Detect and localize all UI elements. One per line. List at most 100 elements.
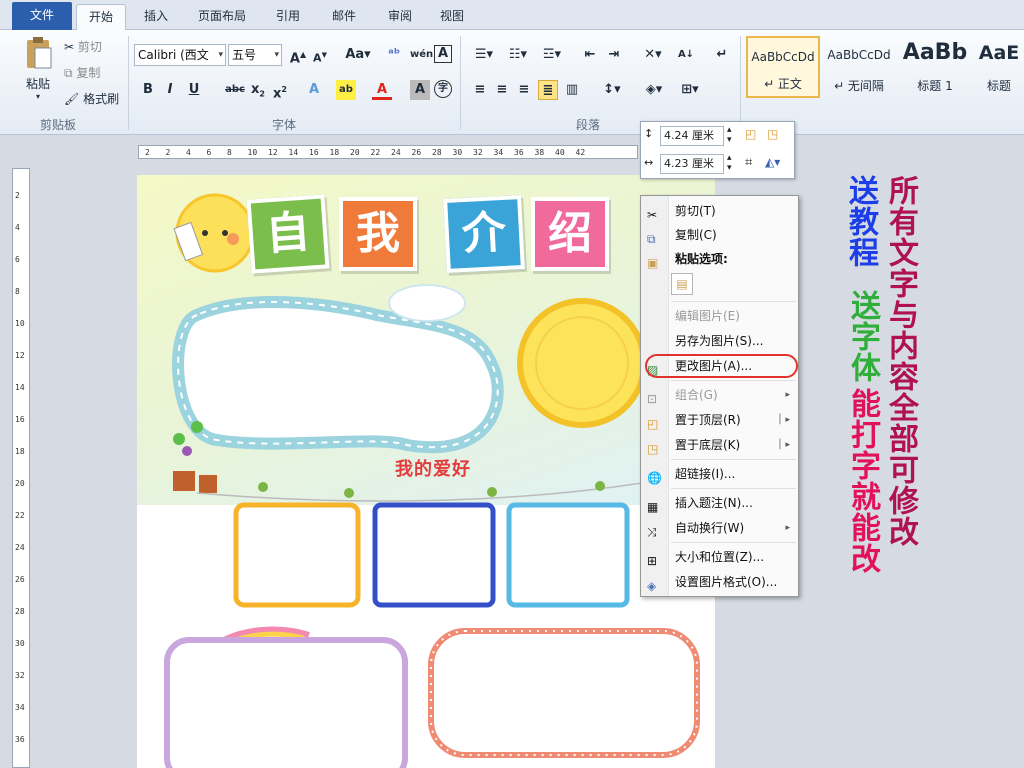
paste-icon: ▣ xyxy=(647,256,659,270)
menu-item-copy[interactable]: ⧉ 复制(C) xyxy=(641,223,798,247)
clear-format-icon[interactable]: ᵃᵇ xyxy=(384,45,404,65)
style-heading[interactable]: AaE 标题 xyxy=(974,36,1024,98)
char-shading-icon[interactable]: A xyxy=(410,80,430,100)
group-icon: ⊡ xyxy=(647,392,658,406)
menu-item-label: 设置图片格式(O)... xyxy=(675,575,778,589)
decrease-indent-icon[interactable]: ⇤ xyxy=(580,45,600,65)
size-icon: ⊞ xyxy=(647,554,658,568)
menu-separator xyxy=(671,488,796,489)
menu-item-text-wrapping[interactable]: ⤨ 自动换行(W) ▸ xyxy=(641,516,798,540)
font-name-combo[interactable]: Calibri (西文 ▾ xyxy=(134,44,226,66)
format-painter-button[interactable]: 🖌 格式刷 xyxy=(64,90,119,107)
style-name: ↵ 正文 xyxy=(764,77,802,91)
style-sample: AaE xyxy=(978,42,1020,64)
rotate-icon[interactable]: ◭▾ xyxy=(765,155,780,169)
phonetic-guide-icon[interactable]: wén xyxy=(410,45,433,65)
vertical-ruler[interactable]: 2 4 6 8 10 12 14 16 18 20 22 24 26 28 30 32 34 36 xyxy=(12,168,30,768)
tab-page-layout[interactable]: 页面布局 xyxy=(190,4,254,30)
copy-icon: ⧉ xyxy=(64,66,73,80)
underline-icon[interactable]: U xyxy=(184,80,204,100)
ruler-tick-label: 6 xyxy=(15,255,20,264)
menu-item-paste-options: ▣ 粘贴选项: xyxy=(641,247,798,271)
style-normal[interactable]: AaBbCcDd ↵ 正文 xyxy=(746,36,820,98)
spinner-icon[interactable]: ▴ ▾ xyxy=(727,125,732,145)
shading-icon[interactable]: ◈▾ xyxy=(640,80,668,100)
style-no-spacing[interactable]: AaBbCcDd ↵ 无间隔 xyxy=(822,36,896,98)
highlight-color-icon[interactable]: ab xyxy=(336,80,356,100)
asian-layout-icon[interactable]: ✕▾ xyxy=(640,45,666,65)
menu-item-size-position[interactable]: ⊞ 大小和位置(Z)... xyxy=(641,545,798,569)
align-right-icon[interactable]: ≡ xyxy=(514,80,534,100)
paste-button[interactable]: 粘贴 ▾ xyxy=(20,36,56,108)
font-color-icon[interactable]: A xyxy=(372,80,392,100)
paragraph-group-label: 段落 xyxy=(576,118,601,132)
italic-icon[interactable]: I xyxy=(160,80,180,100)
menu-item-bring-to-front[interactable]: ◰ 置于顶层(R) │ ▸ xyxy=(641,408,798,432)
bullets-icon[interactable]: ☰▾ xyxy=(470,45,498,65)
change-case-icon[interactable]: Aa▾ xyxy=(344,45,372,65)
tab-references[interactable]: 引用 xyxy=(266,4,310,30)
shrink-font-icon[interactable]: A▼ xyxy=(310,45,330,65)
ruler-tick-label: 4 xyxy=(15,223,20,232)
style-heading-1[interactable]: AaBb 标题 1 xyxy=(898,36,972,98)
ribbon: 粘贴 ▾ ✂ 剪切 ⧉ 复制 🖌 格式刷 剪贴板 Calibri (西文 ▾ 五号… xyxy=(0,30,1024,135)
text-effects-icon[interactable]: A xyxy=(304,80,324,100)
subscript-icon[interactable]: x2 xyxy=(248,80,268,100)
sort-icon[interactable]: A↓ xyxy=(676,45,696,65)
bold-icon[interactable]: B xyxy=(138,80,158,100)
send-backward-icon[interactable]: ◳ xyxy=(767,127,778,141)
shape-height-input[interactable]: 4.24 厘米 xyxy=(660,126,724,146)
tab-view[interactable]: 视图 xyxy=(430,4,474,30)
menu-item-insert-caption[interactable]: ▦ 插入题注(N)... xyxy=(641,491,798,515)
borders-icon[interactable]: ⊞▾ xyxy=(676,80,704,100)
superscript-icon[interactable]: x2 xyxy=(270,80,290,101)
tab-review[interactable]: 审阅 xyxy=(378,4,422,30)
promo-font: 送字体 xyxy=(845,290,880,383)
menu-item-send-to-back[interactable]: ◳ 置于底层(K) │ ▸ xyxy=(641,433,798,457)
align-left-icon[interactable]: ≡ xyxy=(470,80,490,100)
style-name: ↵ 无间隔 xyxy=(834,79,884,93)
enclose-char-icon[interactable]: 字 xyxy=(434,80,452,98)
font-size-combo[interactable]: 五号 ▾ xyxy=(228,44,282,66)
menu-item-cut[interactable]: ✂ 剪切(T) xyxy=(641,199,798,223)
ruler-tick-label: 28 xyxy=(15,607,25,616)
shape-width-input[interactable]: 4.23 厘米 xyxy=(660,154,724,174)
align-center-icon[interactable]: ≡ xyxy=(492,80,512,100)
tab-file[interactable]: 文件 xyxy=(12,2,72,30)
strikethrough-icon[interactable]: abc xyxy=(222,80,248,100)
show-marks-icon[interactable]: ↵ xyxy=(712,45,732,65)
menu-item-save-as-picture[interactable]: 另存为图片(S)... xyxy=(641,329,798,353)
distributed-icon[interactable]: ▥ xyxy=(562,80,582,100)
tab-insert[interactable]: 插入 xyxy=(134,4,178,30)
font-name-value: Calibri (西文 xyxy=(138,48,209,62)
menu-item-group[interactable]: ⊡ 组合(G) ▸ xyxy=(641,383,798,407)
paste-label: 粘贴 xyxy=(25,77,50,91)
crop-icon[interactable]: ⌗ xyxy=(745,155,752,170)
menu-item-hyperlink[interactable]: 🌐 超链接(I)... xyxy=(641,462,798,486)
ruler-tick-label: 26 xyxy=(411,148,422,157)
copy-button[interactable]: ⧉ 复制 xyxy=(64,64,100,81)
char-border-icon[interactable]: A xyxy=(434,45,452,63)
hobby-title: 我的爱好 xyxy=(395,459,471,480)
grow-font-icon[interactable]: A▲ xyxy=(288,45,308,66)
multilevel-list-icon[interactable]: ☲▾ xyxy=(538,45,566,65)
ruler-tick-label: 16 xyxy=(15,415,25,424)
height-icon: ↕ xyxy=(644,127,654,140)
spinner-icon[interactable]: ▴ ▾ xyxy=(727,153,732,173)
increase-indent-icon[interactable]: ⇥ xyxy=(604,45,624,65)
numbering-icon[interactable]: ☷▾ xyxy=(504,45,532,65)
paste-picture-option-icon[interactable]: ▤ xyxy=(671,273,693,295)
tab-mailings[interactable]: 邮件 xyxy=(322,4,366,30)
ruler-strip[interactable]: 2 2 4 6 8 10 12 14 16 18 20 22 24 26 28 30 32 34 36 38 40 42 xyxy=(138,145,638,159)
cut-button[interactable]: ✂ 剪切 xyxy=(64,38,102,55)
bring-forward-icon[interactable]: ◰ xyxy=(745,127,756,141)
ruler-tick-label: 32 xyxy=(473,148,483,157)
ruler-tick-label: 18 xyxy=(15,447,25,456)
horizontal-ruler: 2 2 4 6 8 10 12 14 16 18 20 22 24 26 28 30 32 34 36 38 40 42 xyxy=(0,136,1024,166)
tab-home[interactable]: 开始 xyxy=(76,4,126,31)
menu-item-edit-picture[interactable]: 编辑图片(E) xyxy=(641,304,798,328)
justify-icon[interactable]: ≣ xyxy=(538,80,558,100)
line-spacing-icon[interactable]: ↕▾ xyxy=(598,80,626,100)
menu-item-format-picture[interactable]: ◈ 设置图片格式(O)... xyxy=(641,570,798,594)
ribbon-tab-bar: 文件 开始 插入 页面布局 引用 邮件 审阅 视图 xyxy=(0,0,1024,31)
